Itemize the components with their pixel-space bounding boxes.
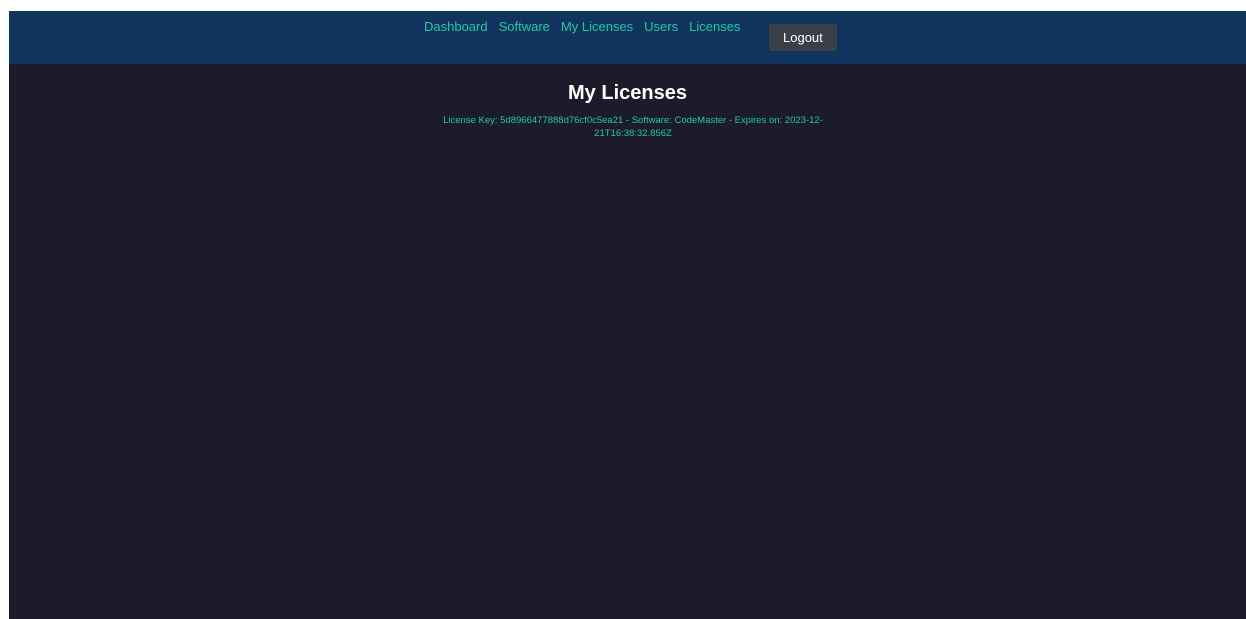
page-title: My Licenses <box>568 82 687 104</box>
app-window: Dashboard Software My Licenses Users Lic… <box>9 11 1246 619</box>
nav-link-dashboard[interactable]: Dashboard <box>424 19 488 34</box>
top-navbar: Dashboard Software My Licenses Users Lic… <box>9 11 1246 64</box>
nav-link-users[interactable]: Users <box>644 19 678 34</box>
nav-link-licenses[interactable]: Licenses <box>689 19 740 34</box>
nav-link-software[interactable]: Software <box>499 19 550 34</box>
nav-links: Dashboard Software My Licenses Users Lic… <box>424 19 751 34</box>
license-item: License Key: 5d8966477888d76cf0c5ea21 - … <box>443 115 823 139</box>
nav-link-my-licenses[interactable]: My Licenses <box>561 19 633 34</box>
license-list: License Key: 5d8966477888d76cf0c5ea21 - … <box>409 114 857 140</box>
logout-button[interactable]: Logout <box>769 24 837 51</box>
